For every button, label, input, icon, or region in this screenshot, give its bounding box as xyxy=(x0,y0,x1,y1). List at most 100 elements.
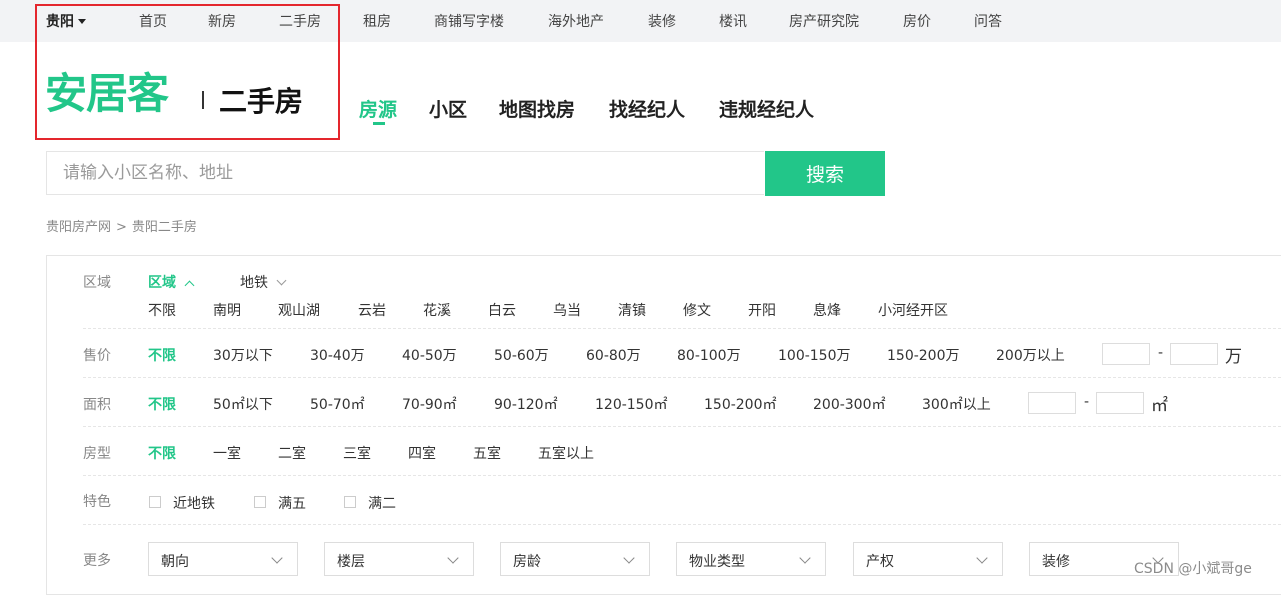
region-option[interactable]: 花溪 xyxy=(423,300,451,320)
nav-decoration[interactable]: 装修 xyxy=(648,11,676,31)
row-divider xyxy=(83,328,1281,329)
nav-rent[interactable]: 租房 xyxy=(363,11,391,31)
rooms-option[interactable]: 五室 xyxy=(473,443,501,463)
region-option[interactable]: 云岩 xyxy=(358,300,386,320)
rooms-option[interactable]: 三室 xyxy=(343,443,371,463)
chevron-down-icon xyxy=(976,552,988,564)
top-nav-bar: 贵阳 首页 新房 二手房 租房 商铺写字楼 海外地产 装修 楼讯 房产研究院 房… xyxy=(0,0,1281,42)
price-option[interactable]: 40-50万 xyxy=(402,345,457,365)
price-option[interactable]: 60-80万 xyxy=(586,345,641,365)
section-title: 二手房 xyxy=(219,85,304,118)
region-option[interactable]: 开阳 xyxy=(748,300,776,320)
tab-communities[interactable]: 小区 xyxy=(429,95,467,122)
area-range-dash: - xyxy=(1084,394,1090,410)
feature-label[interactable]: 满五 xyxy=(278,493,306,513)
select-label: 产权 xyxy=(866,554,894,570)
breadcrumb-link-city[interactable]: 贵阳房产网 xyxy=(46,220,111,235)
price-option[interactable]: 30-40万 xyxy=(310,345,365,365)
feature-checkbox-over-two-years[interactable] xyxy=(344,496,356,508)
chevron-down-icon xyxy=(1152,552,1164,564)
tab-find-agent[interactable]: 找经纪人 xyxy=(609,95,685,122)
select-orientation[interactable]: 朝向 xyxy=(148,542,298,576)
chevron-up-icon xyxy=(184,280,195,291)
select-property-type[interactable]: 物业类型 xyxy=(676,542,826,576)
feature-checkbox-over-five-years[interactable] xyxy=(254,496,266,508)
select-floor[interactable]: 楼层 xyxy=(324,542,474,576)
nav-second-hand[interactable]: 二手房 xyxy=(279,11,321,31)
select-ownership[interactable]: 产权 xyxy=(853,542,1003,576)
region-mode-tab-region[interactable]: 区域 xyxy=(148,272,195,292)
row-divider xyxy=(83,475,1281,476)
nav-home[interactable]: 首页 xyxy=(139,11,167,31)
city-selector[interactable]: 贵阳 xyxy=(46,11,86,31)
tab-listings[interactable]: 房源 xyxy=(359,95,397,122)
area-option[interactable]: 70-90㎡ xyxy=(402,394,457,414)
price-option[interactable]: 30万以下 xyxy=(213,345,273,365)
logo-divider xyxy=(202,91,204,109)
filter-label-region: 区域 xyxy=(83,275,111,291)
active-tab-indicator xyxy=(373,122,385,125)
area-option[interactable]: 90-120㎡ xyxy=(494,394,558,414)
breadcrumb-link-second-hand[interactable]: 贵阳二手房 xyxy=(132,220,197,235)
rooms-option[interactable]: 二室 xyxy=(278,443,306,463)
price-option[interactable]: 80-100万 xyxy=(677,345,741,365)
search-button[interactable]: 搜索 xyxy=(765,151,885,196)
nav-qa[interactable]: 问答 xyxy=(974,11,1002,31)
select-building-age[interactable]: 房龄 xyxy=(500,542,650,576)
select-label: 楼层 xyxy=(337,554,365,570)
tab-map-search[interactable]: 地图找房 xyxy=(499,95,575,122)
region-option[interactable]: 乌当 xyxy=(553,300,581,320)
nav-research[interactable]: 房产研究院 xyxy=(789,11,859,31)
select-label: 朝向 xyxy=(161,554,189,570)
row-divider xyxy=(83,426,1281,427)
region-option[interactable]: 小河经开区 xyxy=(878,300,948,320)
price-option[interactable]: 50-60万 xyxy=(494,345,549,365)
chevron-down-icon xyxy=(447,552,459,564)
region-mode-tab-subway[interactable]: 地铁 xyxy=(240,272,287,292)
area-option[interactable]: 不限 xyxy=(148,394,176,414)
region-mode-label: 区域 xyxy=(148,275,176,291)
site-logo[interactable]: 安居客 xyxy=(45,70,169,118)
price-option[interactable]: 150-200万 xyxy=(887,345,960,365)
region-option[interactable]: 修文 xyxy=(683,300,711,320)
rooms-option[interactable]: 不限 xyxy=(148,443,176,463)
region-option[interactable]: 清镇 xyxy=(618,300,646,320)
filter-label-area: 面积 xyxy=(83,397,111,413)
region-option[interactable]: 观山湖 xyxy=(278,300,320,320)
feature-checkbox-near-subway[interactable] xyxy=(149,496,161,508)
region-option[interactable]: 不限 xyxy=(148,300,176,320)
region-option[interactable]: 南明 xyxy=(213,300,241,320)
tab-violating-agents[interactable]: 违规经纪人 xyxy=(719,95,814,122)
area-max-input[interactable] xyxy=(1096,392,1144,414)
feature-label[interactable]: 近地铁 xyxy=(173,493,215,513)
nav-prices[interactable]: 房价 xyxy=(903,11,931,31)
chevron-down-icon xyxy=(271,552,283,564)
price-option[interactable]: 200万以上 xyxy=(996,345,1065,365)
select-label: 房龄 xyxy=(513,554,541,570)
area-option[interactable]: 50-70㎡ xyxy=(310,394,365,414)
nav-new-homes[interactable]: 新房 xyxy=(208,11,236,31)
rooms-option[interactable]: 一室 xyxy=(213,443,241,463)
area-min-input[interactable] xyxy=(1028,392,1076,414)
select-label: 物业类型 xyxy=(689,554,745,570)
price-option[interactable]: 100-150万 xyxy=(778,345,851,365)
region-option[interactable]: 白云 xyxy=(488,300,516,320)
price-max-input[interactable] xyxy=(1170,343,1218,365)
nav-overseas[interactable]: 海外地产 xyxy=(548,11,604,31)
nav-news[interactable]: 楼讯 xyxy=(719,11,747,31)
region-option[interactable]: 息烽 xyxy=(813,300,841,320)
area-option[interactable]: 200-300㎡ xyxy=(813,394,886,414)
price-min-input[interactable] xyxy=(1102,343,1150,365)
select-decoration[interactable]: 装修 xyxy=(1029,542,1179,576)
search-input[interactable] xyxy=(46,151,764,195)
price-option[interactable]: 不限 xyxy=(148,345,176,365)
area-option[interactable]: 120-150㎡ xyxy=(595,394,668,414)
nav-commercial[interactable]: 商铺写字楼 xyxy=(434,11,504,31)
area-option[interactable]: 300㎡以上 xyxy=(922,394,991,414)
rooms-option[interactable]: 五室以上 xyxy=(538,443,594,463)
rooms-option[interactable]: 四室 xyxy=(408,443,436,463)
area-option[interactable]: 150-200㎡ xyxy=(704,394,777,414)
feature-label[interactable]: 满二 xyxy=(368,493,396,513)
breadcrumb: 贵阳房产网 > 贵阳二手房 xyxy=(46,216,197,235)
area-option[interactable]: 50㎡以下 xyxy=(213,394,273,414)
